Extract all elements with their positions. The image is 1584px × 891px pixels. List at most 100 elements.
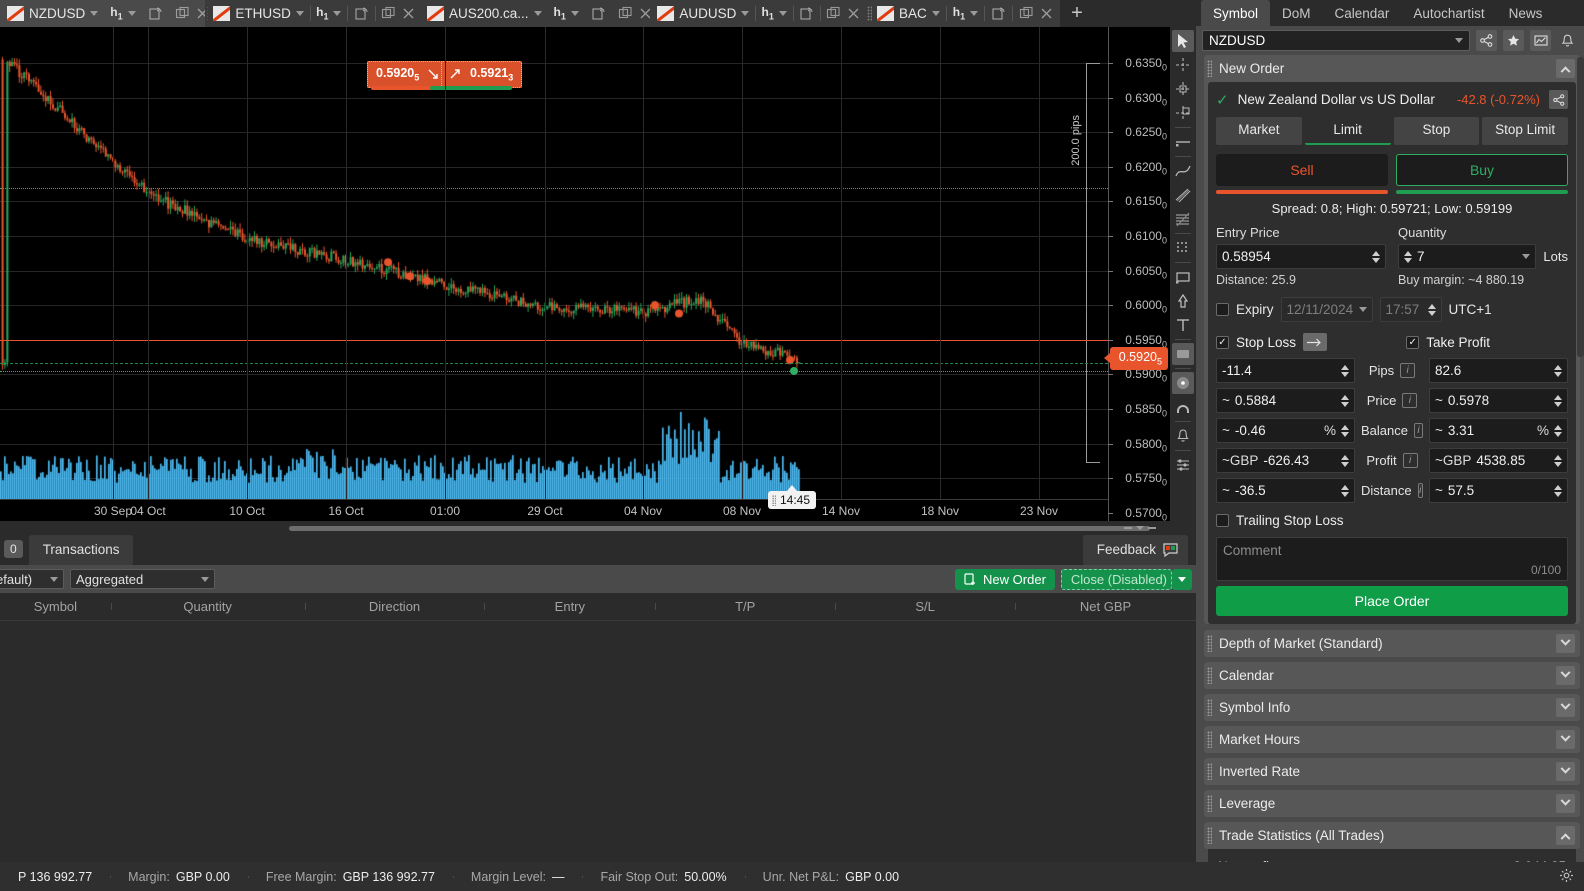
stop-loss-balance-input[interactable]: ~ -0.46% — [1216, 418, 1355, 444]
bid-order-chip[interactable]: 0.59205 — [367, 61, 449, 88]
order-type-stop[interactable]: Stop — [1393, 117, 1480, 146]
accordion-trade-statistics-all-trades[interactable]: Trade Statistics (All Trades) — [1204, 822, 1580, 850]
chart-icon[interactable] — [1530, 30, 1551, 52]
transactions-column-header[interactable]: Direction — [304, 599, 485, 614]
symbol-select[interactable]: NZDUSD — [1202, 30, 1470, 52]
close-positions-button[interactable]: Close (Disabled) — [1060, 568, 1172, 590]
stepper[interactable] — [1554, 394, 1562, 407]
accordion-header[interactable]: Leverage — [1204, 790, 1580, 817]
info-icon[interactable]: i — [1400, 363, 1416, 379]
chevron-down-icon[interactable] — [333, 11, 342, 16]
entry-price-stepper[interactable] — [1372, 250, 1380, 263]
expand-button[interactable] — [1556, 794, 1575, 814]
expiry-time-stepper[interactable] — [1427, 303, 1436, 316]
chevron-down-icon[interactable] — [931, 11, 940, 16]
chart-tab-aus200ca[interactable]: AUS200.ca... h1 — [420, 0, 651, 27]
accordion-inverted-rate[interactable]: Inverted Rate — [1204, 758, 1580, 786]
order-type-limit[interactable]: Limit — [1304, 117, 1391, 146]
maximize-icon[interactable] — [1148, 527, 1156, 529]
expand-button[interactable] — [1556, 666, 1575, 686]
bell-icon[interactable] — [1557, 30, 1578, 51]
chevron-down-icon[interactable] — [570, 11, 579, 16]
duplicate-icon[interactable] — [1019, 6, 1034, 21]
chevron-down-icon[interactable] — [778, 11, 787, 16]
settings-sliders-icon[interactable] — [1172, 454, 1194, 476]
stop-loss-checkbox[interactable]: ✓ — [1216, 335, 1229, 349]
new-order-button[interactable]: New Order — [955, 568, 1055, 590]
stepper[interactable] — [1554, 484, 1562, 497]
drag-grip-icon[interactable] — [1207, 827, 1212, 845]
arrow-up-icon[interactable] — [1172, 290, 1194, 312]
drag-grip-icon[interactable] — [1207, 763, 1212, 781]
chart-tab-nzdusd[interactable]: NZDUSD h1 — [0, 0, 208, 27]
stepper[interactable] — [1554, 364, 1562, 377]
sidebar-scrollbar[interactable] — [1577, 57, 1584, 358]
highlighter-icon[interactable] — [1172, 343, 1194, 365]
tab-drag-grip-icon[interactable] — [207, 6, 209, 21]
close-dropdown-button[interactable] — [1172, 568, 1192, 590]
quantity-input[interactable]: 7 — [1398, 244, 1537, 270]
buy-button[interactable]: Buy — [1396, 154, 1568, 187]
take-profit-distance-input[interactable]: ~57.5 — [1429, 478, 1568, 504]
accordion-header[interactable]: Market Hours — [1204, 726, 1580, 753]
accordion-header[interactable]: Symbol Info — [1204, 694, 1580, 721]
tab-autochartist[interactable]: Autochartist — [1401, 0, 1496, 26]
drag-grip-icon[interactable] — [1207, 731, 1212, 749]
broadcast-icon[interactable] — [354, 6, 369, 21]
new-order-accordion-header[interactable]: New Order — [1204, 55, 1580, 82]
drag-grip-icon[interactable] — [1207, 60, 1212, 78]
rectangle-icon[interactable] — [1172, 266, 1194, 288]
drawing-toolbar[interactable] — [1170, 27, 1196, 521]
price-axis[interactable]: 0.63500 0.63000 0.62500 0.62000 0.61500 0.610… — [1108, 27, 1170, 521]
drag-grip-icon[interactable] — [1207, 699, 1212, 717]
expiry-time-input[interactable]: 17:57 — [1379, 297, 1442, 323]
expand-button[interactable] — [1556, 762, 1575, 782]
chevron-down-icon[interactable] — [1136, 526, 1144, 530]
stepper[interactable] — [1554, 424, 1562, 437]
chevron-down-icon[interactable] — [90, 11, 99, 16]
transactions-column-header[interactable]: Net GBP — [1015, 599, 1196, 614]
stepper[interactable] — [1341, 454, 1349, 467]
broadcast-icon[interactable] — [148, 6, 163, 21]
collapse-button[interactable] — [1556, 826, 1575, 846]
tab-news[interactable]: News — [1497, 0, 1555, 26]
tab-transactions[interactable]: Transactions — [28, 535, 134, 565]
broadcast-icon[interactable] — [991, 6, 1006, 21]
transactions-column-header[interactable]: Symbol — [0, 599, 111, 614]
stepper[interactable] — [1341, 364, 1349, 377]
crosshair-snap-icon[interactable] — [1172, 78, 1194, 100]
close-icon[interactable] — [846, 6, 861, 21]
chevron-down-icon[interactable] — [741, 11, 750, 16]
broadcast-icon[interactable] — [591, 6, 606, 21]
price-chart[interactable]: 0.63500 0.63000 0.62500 0.62000 0.61500 0.610… — [0, 27, 1170, 521]
order-marker-dot[interactable] — [790, 367, 798, 375]
feedback-button[interactable]: Feedback — [1082, 535, 1188, 565]
stop-loss-price-input[interactable]: ~0.5884 — [1216, 388, 1355, 414]
accordion-symbol-info[interactable]: Symbol Info — [1204, 694, 1580, 722]
chart-tab-ethusd[interactable]: ETHUSD h1 — [205, 0, 420, 27]
expand-button[interactable] — [1556, 698, 1575, 718]
horizontal-line-icon[interactable] — [1172, 131, 1194, 153]
channel-icon[interactable] — [1172, 184, 1194, 206]
stop-loss-pips-input[interactable]: -11.4 — [1216, 358, 1355, 384]
cursor-icon[interactable] — [1172, 30, 1194, 52]
accordion-market-hours[interactable]: Market Hours — [1204, 726, 1580, 754]
accordion-header[interactable]: Inverted Rate — [1204, 758, 1580, 785]
share-icon[interactable] — [1476, 30, 1497, 52]
tab-dom[interactable]: DoM — [1270, 0, 1323, 26]
chevron-down-icon[interactable] — [1522, 254, 1531, 260]
aggregation-select[interactable]: Aggregated — [70, 569, 215, 589]
take-profit-price-input[interactable]: ~0.5978 — [1429, 388, 1568, 414]
minimize-icon[interactable] — [1124, 527, 1132, 529]
stepper[interactable] — [1341, 394, 1349, 407]
comment-input[interactable]: Comment 0/100 — [1216, 537, 1568, 582]
chart-tab-audusd[interactable]: AUDUSD h1 — [650, 0, 865, 27]
chart-tab-bac[interactable]: BAC h1 — [865, 0, 1060, 27]
transactions-column-header[interactable]: Entry — [484, 599, 655, 614]
tab-calendar[interactable]: Calendar — [1323, 0, 1402, 26]
magnet-icon[interactable] — [1172, 396, 1194, 418]
take-profit-balance-input[interactable]: ~3.31% — [1429, 418, 1568, 444]
accordion-calendar[interactable]: Calendar — [1204, 662, 1580, 690]
star-icon[interactable] — [1503, 30, 1524, 52]
alert-bell-icon[interactable] — [1172, 425, 1194, 447]
